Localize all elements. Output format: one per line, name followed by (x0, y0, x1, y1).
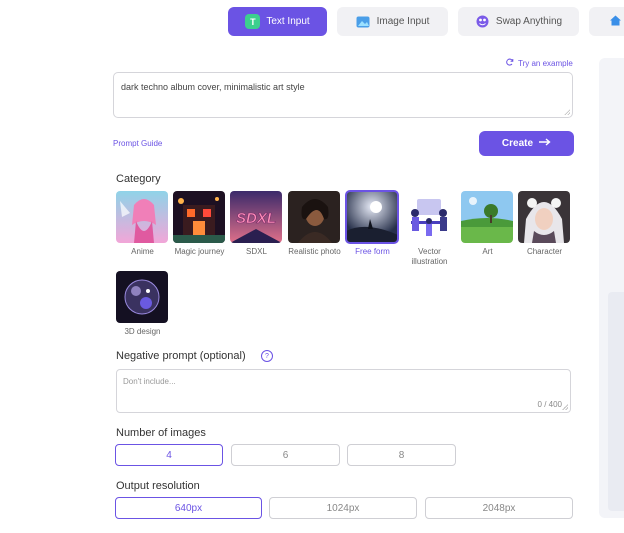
art-thumbnail (461, 191, 513, 243)
try-example-link[interactable]: Try an example (506, 58, 573, 68)
tab-image-input[interactable]: Image Input (337, 7, 448, 36)
tab-label: Text Input (266, 16, 310, 27)
output-resolution-title: Output resolution (116, 480, 200, 492)
vector-illustration-thumbnail (403, 191, 455, 243)
category-label: Magic journey (174, 247, 225, 256)
negative-prompt-input[interactable]: Don't include... 0 / 400 (116, 369, 571, 413)
category-item-free-form[interactable]: Free form (345, 190, 399, 257)
negative-placeholder: Don't include... (123, 377, 176, 386)
resolution-option-2048[interactable]: 2048px (425, 497, 573, 519)
resolution-option-1024[interactable]: 1024px (269, 497, 417, 519)
category-label: Character (526, 247, 563, 256)
sdxl-thumbnail: SDXL (230, 191, 282, 243)
category-label: Realistic photo (288, 247, 341, 256)
images-option-4[interactable]: 4 (115, 444, 223, 466)
category-label: Vector illustration (411, 247, 448, 266)
category-item-sdxl[interactable]: SDXL SDXL (230, 191, 283, 257)
home-icon (609, 14, 622, 30)
resize-handle-icon[interactable] (562, 404, 568, 410)
tab-swap-anything[interactable]: Swap Anything (458, 7, 579, 36)
category-title: Category (116, 173, 161, 185)
prompt-input[interactable]: dark techno album cover, minimalistic ar… (113, 72, 573, 118)
image-icon (356, 14, 371, 29)
tab-text-input[interactable]: T Text Input (228, 7, 327, 36)
prompt-value: dark techno album cover, minimalistic ar… (121, 82, 305, 92)
category-label: Free form (355, 247, 390, 256)
free-form-thumbnail (345, 190, 399, 244)
category-item-character[interactable]: Character (518, 191, 571, 257)
category-label: 3D design (124, 327, 161, 336)
number-of-images-title: Number of images (116, 427, 206, 439)
tab-label: Image Input (376, 16, 430, 27)
character-counter: 0 / 400 (537, 400, 562, 409)
resize-handle-icon[interactable] (564, 109, 570, 115)
category-item-magic-journey[interactable]: Magic journey (173, 191, 226, 257)
try-example-label: Try an example (518, 58, 573, 68)
tab-label: Swap Anything (495, 16, 563, 27)
category-item-3d-design[interactable]: 3D design (116, 271, 169, 337)
sdxl-logo-text: SDXL (236, 210, 276, 227)
create-label: Create (501, 138, 534, 149)
text-icon: T (245, 14, 261, 29)
category-item-realistic-photo[interactable]: Realistic photo (288, 191, 341, 257)
category-item-art[interactable]: Art (461, 191, 514, 257)
resolution-option-640[interactable]: 640px (115, 497, 262, 519)
category-item-anime[interactable]: Anime (116, 191, 169, 257)
tab-more[interactable] (589, 7, 624, 36)
arrow-right-icon (539, 138, 551, 149)
swap-icon (475, 14, 490, 29)
anime-thumbnail (116, 191, 168, 243)
category-label: Anime (131, 247, 154, 256)
prompt-guide-link[interactable]: Prompt Guide (113, 139, 162, 148)
character-thumbnail (518, 191, 570, 243)
realistic-photo-thumbnail (288, 191, 340, 243)
category-label: Art (482, 247, 493, 256)
category-item-vector-illustration[interactable]: Vector illustration (403, 191, 456, 267)
images-option-6[interactable]: 6 (231, 444, 340, 466)
3d-design-thumbnail (116, 271, 168, 323)
category-label: SDXL (246, 247, 267, 256)
magic-journey-thumbnail (173, 191, 225, 243)
refresh-icon (506, 58, 514, 68)
help-icon[interactable]: ? (261, 350, 273, 362)
create-button[interactable]: Create (479, 131, 574, 156)
images-option-8[interactable]: 8 (347, 444, 456, 466)
negative-prompt-title: Negative prompt (optional) (116, 350, 246, 362)
side-panel-card (608, 292, 624, 511)
